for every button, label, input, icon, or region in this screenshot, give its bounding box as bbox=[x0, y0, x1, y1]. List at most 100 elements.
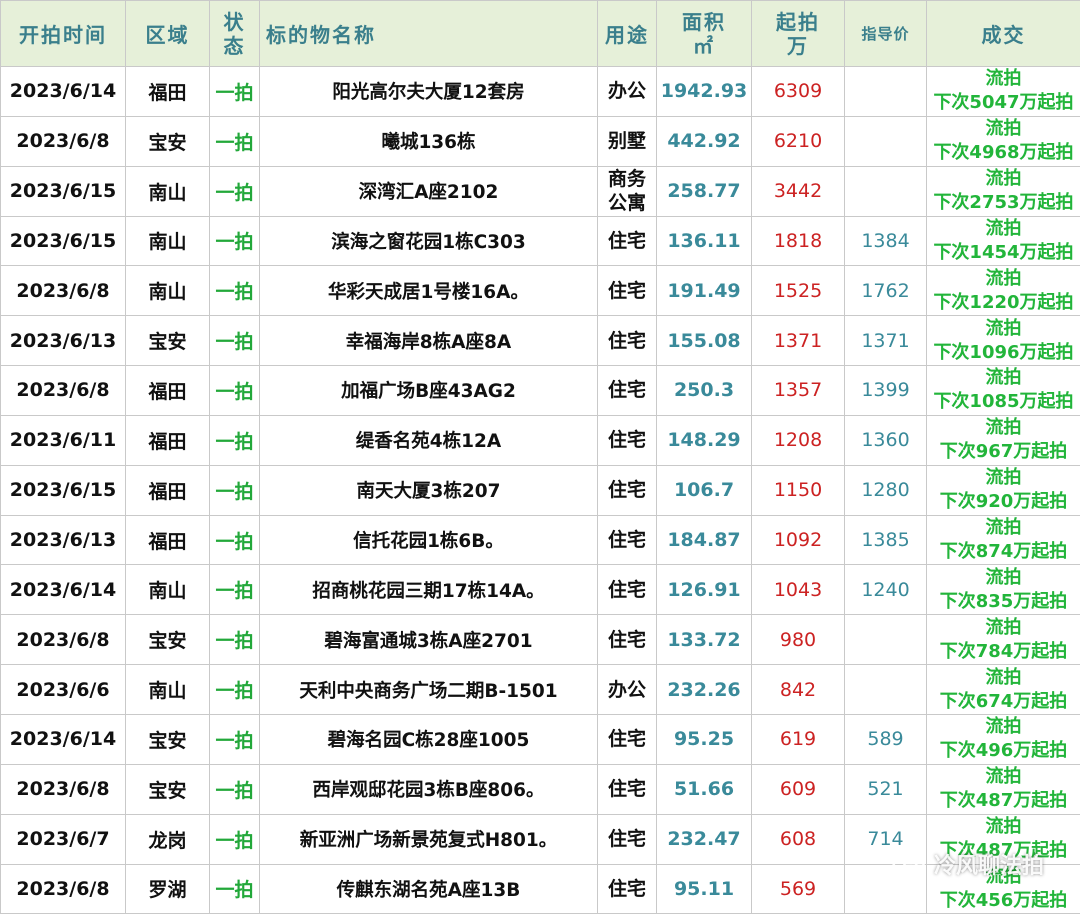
district-cell: 南山 bbox=[125, 564, 210, 616]
deal-next-start: 下次487万起拍 bbox=[939, 840, 1068, 862]
start-price-cell: 842 bbox=[751, 664, 845, 715]
district-cell: 南山 bbox=[125, 664, 210, 715]
start-price-cell: 6309 bbox=[751, 66, 845, 117]
header-status-line-2: 态 bbox=[223, 33, 246, 58]
start-price-cell: 1357 bbox=[751, 365, 845, 416]
use-cell: 住宅 bbox=[597, 265, 657, 317]
district-cell: 南山 bbox=[125, 165, 210, 217]
deal-result: 流拍 bbox=[985, 566, 1022, 588]
area-cell: 258.77 bbox=[656, 165, 752, 217]
guide-price-cell: 1384 bbox=[844, 215, 927, 267]
area-cell: 155.08 bbox=[656, 315, 752, 367]
table-row: 2023/6/14 宝安 一拍 碧海名园C栋28座1005 住宅 95.25 619 589 流… bbox=[0, 713, 1080, 765]
date-cell: 2023/6/14 bbox=[0, 713, 126, 765]
district-cell: 宝安 bbox=[125, 315, 210, 367]
table-row: 2023/6/8 宝安 一拍 西岸观邸花园3栋B座806。 住宅 51.66 609 521 流… bbox=[0, 763, 1080, 815]
name-cell: 幸福海岸8栋A座8A bbox=[259, 315, 598, 367]
use-cell: 住宅 bbox=[597, 464, 657, 516]
deal-next-start: 下次835万起拍 bbox=[939, 590, 1068, 612]
deal-cell: 流拍 下次496万起拍 bbox=[926, 713, 1080, 765]
header-use: 用途 bbox=[597, 0, 657, 67]
area-cell: 184.87 bbox=[656, 514, 752, 566]
district-cell: 宝安 bbox=[125, 115, 210, 167]
header-area-line-1: 面积 bbox=[682, 9, 726, 34]
deal-result: 流拍 bbox=[985, 865, 1022, 887]
date-cell: 2023/6/8 bbox=[0, 265, 126, 317]
area-cell: 250.3 bbox=[656, 365, 752, 416]
deal-next-start: 下次1096万起拍 bbox=[933, 341, 1074, 363]
status-cell: 一拍 bbox=[209, 514, 260, 566]
deal-result: 流拍 bbox=[985, 267, 1022, 289]
deal-next-start: 下次496万起拍 bbox=[939, 740, 1068, 762]
table-row: 2023/6/11 福田 一拍 缇香名苑4栋12A 住宅 148.29 1208 1360 流拍… bbox=[0, 414, 1080, 466]
name-cell: 加福广场B座43AG2 bbox=[259, 365, 598, 416]
deal-next-start: 下次967万起拍 bbox=[939, 441, 1068, 463]
status-cell: 一拍 bbox=[209, 664, 260, 715]
guide-price-cell bbox=[844, 66, 927, 117]
start-price-cell: 1371 bbox=[751, 315, 845, 367]
start-price-cell: 6210 bbox=[751, 115, 845, 167]
date-cell: 2023/6/15 bbox=[0, 165, 126, 217]
status-cell: 一拍 bbox=[209, 713, 260, 765]
guide-price-cell: 1399 bbox=[844, 365, 927, 416]
use-cell: 住宅 bbox=[597, 863, 657, 914]
area-cell: 1942.93 bbox=[656, 66, 752, 117]
start-price-cell: 608 bbox=[751, 813, 845, 865]
name-cell: 阳光高尔夫大厦12套房 bbox=[259, 66, 598, 117]
area-cell: 232.47 bbox=[656, 813, 752, 865]
start-price-cell: 3442 bbox=[751, 165, 845, 217]
guide-price-cell: 1371 bbox=[844, 315, 927, 367]
use-line: 住宅 bbox=[607, 429, 646, 452]
status-cell: 一拍 bbox=[209, 365, 260, 416]
use-line: 住宅 bbox=[607, 279, 646, 302]
deal-result: 流拍 bbox=[985, 766, 1022, 788]
deal-result: 流拍 bbox=[985, 168, 1022, 190]
table-row: 2023/6/8 宝安 一拍 碧海富通城3栋A座2701 住宅 133.72 980 流拍 下次… bbox=[0, 614, 1080, 666]
area-cell: 126.91 bbox=[656, 564, 752, 616]
name-cell: 碧海名园C栋28座1005 bbox=[259, 713, 598, 765]
deal-next-start: 下次4968万起拍 bbox=[933, 142, 1074, 164]
deal-next-start: 下次5047万起拍 bbox=[933, 92, 1074, 114]
deal-cell: 流拍 下次1096万起拍 bbox=[926, 315, 1080, 367]
date-cell: 2023/6/8 bbox=[0, 365, 126, 416]
area-cell: 51.66 bbox=[656, 763, 752, 815]
deal-result: 流拍 bbox=[985, 367, 1022, 389]
header-status-line-1: 状 bbox=[223, 9, 246, 34]
date-cell: 2023/6/8 bbox=[0, 863, 126, 914]
deal-cell: 流拍 下次874万起拍 bbox=[926, 514, 1080, 566]
header-start-line-1: 起拍 bbox=[776, 9, 820, 34]
status-cell: 一拍 bbox=[209, 464, 260, 516]
district-cell: 宝安 bbox=[125, 763, 210, 815]
use-line: 住宅 bbox=[607, 728, 646, 751]
start-price-cell: 1525 bbox=[751, 265, 845, 317]
use-cell: 住宅 bbox=[597, 315, 657, 367]
date-cell: 2023/6/15 bbox=[0, 464, 126, 516]
area-cell: 232.26 bbox=[656, 664, 752, 715]
name-cell: 深湾汇A座2102 bbox=[259, 165, 598, 217]
use-cell: 办公 bbox=[597, 664, 657, 715]
deal-cell: 流拍 下次5047万起拍 bbox=[926, 66, 1080, 117]
guide-price-cell: 1280 bbox=[844, 464, 927, 516]
deal-result: 流拍 bbox=[985, 716, 1022, 738]
date-cell: 2023/6/13 bbox=[0, 514, 126, 566]
guide-price-cell: 521 bbox=[844, 763, 927, 815]
deal-next-start: 下次1454万起拍 bbox=[933, 241, 1074, 263]
name-cell: 南天大厦3栋207 bbox=[259, 464, 598, 516]
area-cell: 148.29 bbox=[656, 414, 752, 466]
date-cell: 2023/6/13 bbox=[0, 315, 126, 367]
table-row: 2023/6/8 南山 一拍 华彩天成居1号楼16A。 住宅 191.49 1525 1762… bbox=[0, 265, 1080, 317]
status-cell: 一拍 bbox=[209, 265, 260, 317]
use-cell: 住宅 bbox=[597, 564, 657, 616]
date-cell: 2023/6/11 bbox=[0, 414, 126, 466]
date-cell: 2023/6/7 bbox=[0, 813, 126, 865]
use-cell: 住宅 bbox=[597, 763, 657, 815]
status-cell: 一拍 bbox=[209, 863, 260, 914]
use-line: 商务 bbox=[607, 168, 646, 191]
table-row: 2023/6/8 宝安 一拍 曦城136栋 别墅 442.92 6210 流拍 下次4968万起… bbox=[0, 115, 1080, 167]
name-cell: 招商桃花园三期17栋14A。 bbox=[259, 564, 598, 616]
use-line: 公寓 bbox=[607, 192, 646, 215]
table-row: 2023/6/15 福田 一拍 南天大厦3栋207 住宅 106.7 1150 1280 流拍下… bbox=[0, 464, 1080, 516]
district-cell: 福田 bbox=[125, 514, 210, 566]
table-row: 2023/6/13 宝安 一拍 幸福海岸8栋A座8A 住宅 155.08 1371 1371 流… bbox=[0, 315, 1080, 367]
deal-cell: 流拍 下次784万起拍 bbox=[926, 614, 1080, 666]
